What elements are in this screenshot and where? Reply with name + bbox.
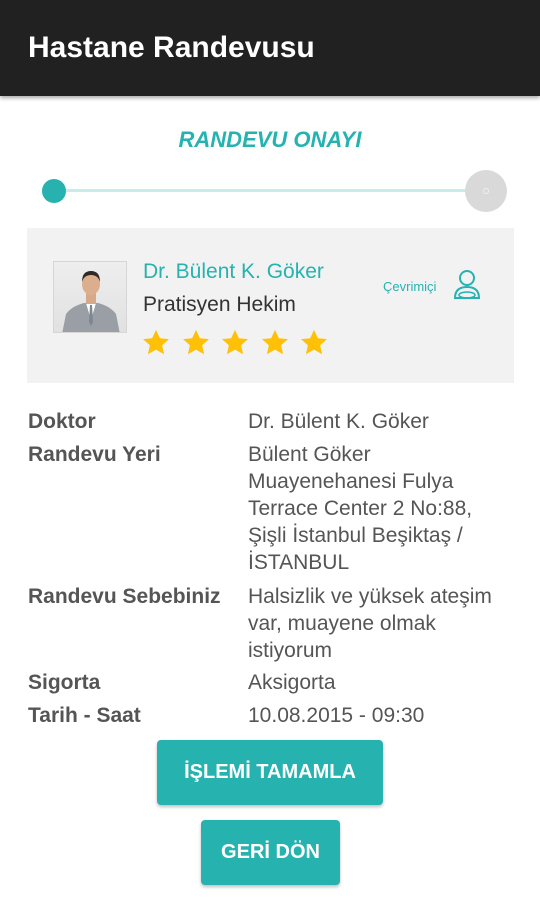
complete-appointment-button[interactable]: İŞLEMİ TAMAMLA: [157, 740, 383, 805]
online-status-label: Çevrimiçi: [383, 279, 437, 294]
step-title: RANDEVU ONAYI: [178, 127, 362, 152]
detail-label: Tarih - Saat: [28, 704, 141, 727]
user-online-icon: [451, 268, 483, 302]
doctor-specialty: Pratisyen Hekim: [143, 293, 296, 316]
step-1-indicator: [42, 179, 66, 203]
star-icon: [182, 329, 209, 355]
detail-value: Bülent Göker Muayenehanesi Fulya Terrace…: [248, 443, 473, 574]
detail-label: Doktor: [28, 410, 96, 433]
app-bar: Hastane Randevusu: [0, 0, 540, 96]
detail-value: Aksigorta: [248, 671, 336, 694]
star-icon: [143, 329, 169, 355]
doctor-card[interactable]: Dr. Bülent K. Göker Pratisyen Hekim Çevr…: [27, 228, 514, 383]
step-2-indicator: [465, 170, 507, 212]
star-icon: [261, 329, 288, 355]
detail-value: 10.08.2015 - 09:30: [248, 704, 425, 727]
back-button[interactable]: GERİ DÖN: [201, 820, 340, 885]
star-icon: [222, 329, 248, 355]
detail-label: Sigorta: [28, 671, 101, 694]
detail-value: Dr. Bülent K. Göker: [248, 410, 429, 433]
detail-label: Randevu Yeri: [28, 443, 161, 466]
detail-value: Halsizlik ve yüksek ateşim var, muayene …: [248, 585, 492, 662]
doctor-name[interactable]: Dr. Bülent K. Göker: [143, 258, 324, 286]
stepper-track: [54, 189, 474, 192]
doctor-photo: [53, 261, 127, 333]
star-icon: [301, 329, 327, 355]
detail-label: Randevu Sebebiniz: [28, 585, 221, 608]
app-title: Hastane Randevusu: [28, 31, 315, 64]
